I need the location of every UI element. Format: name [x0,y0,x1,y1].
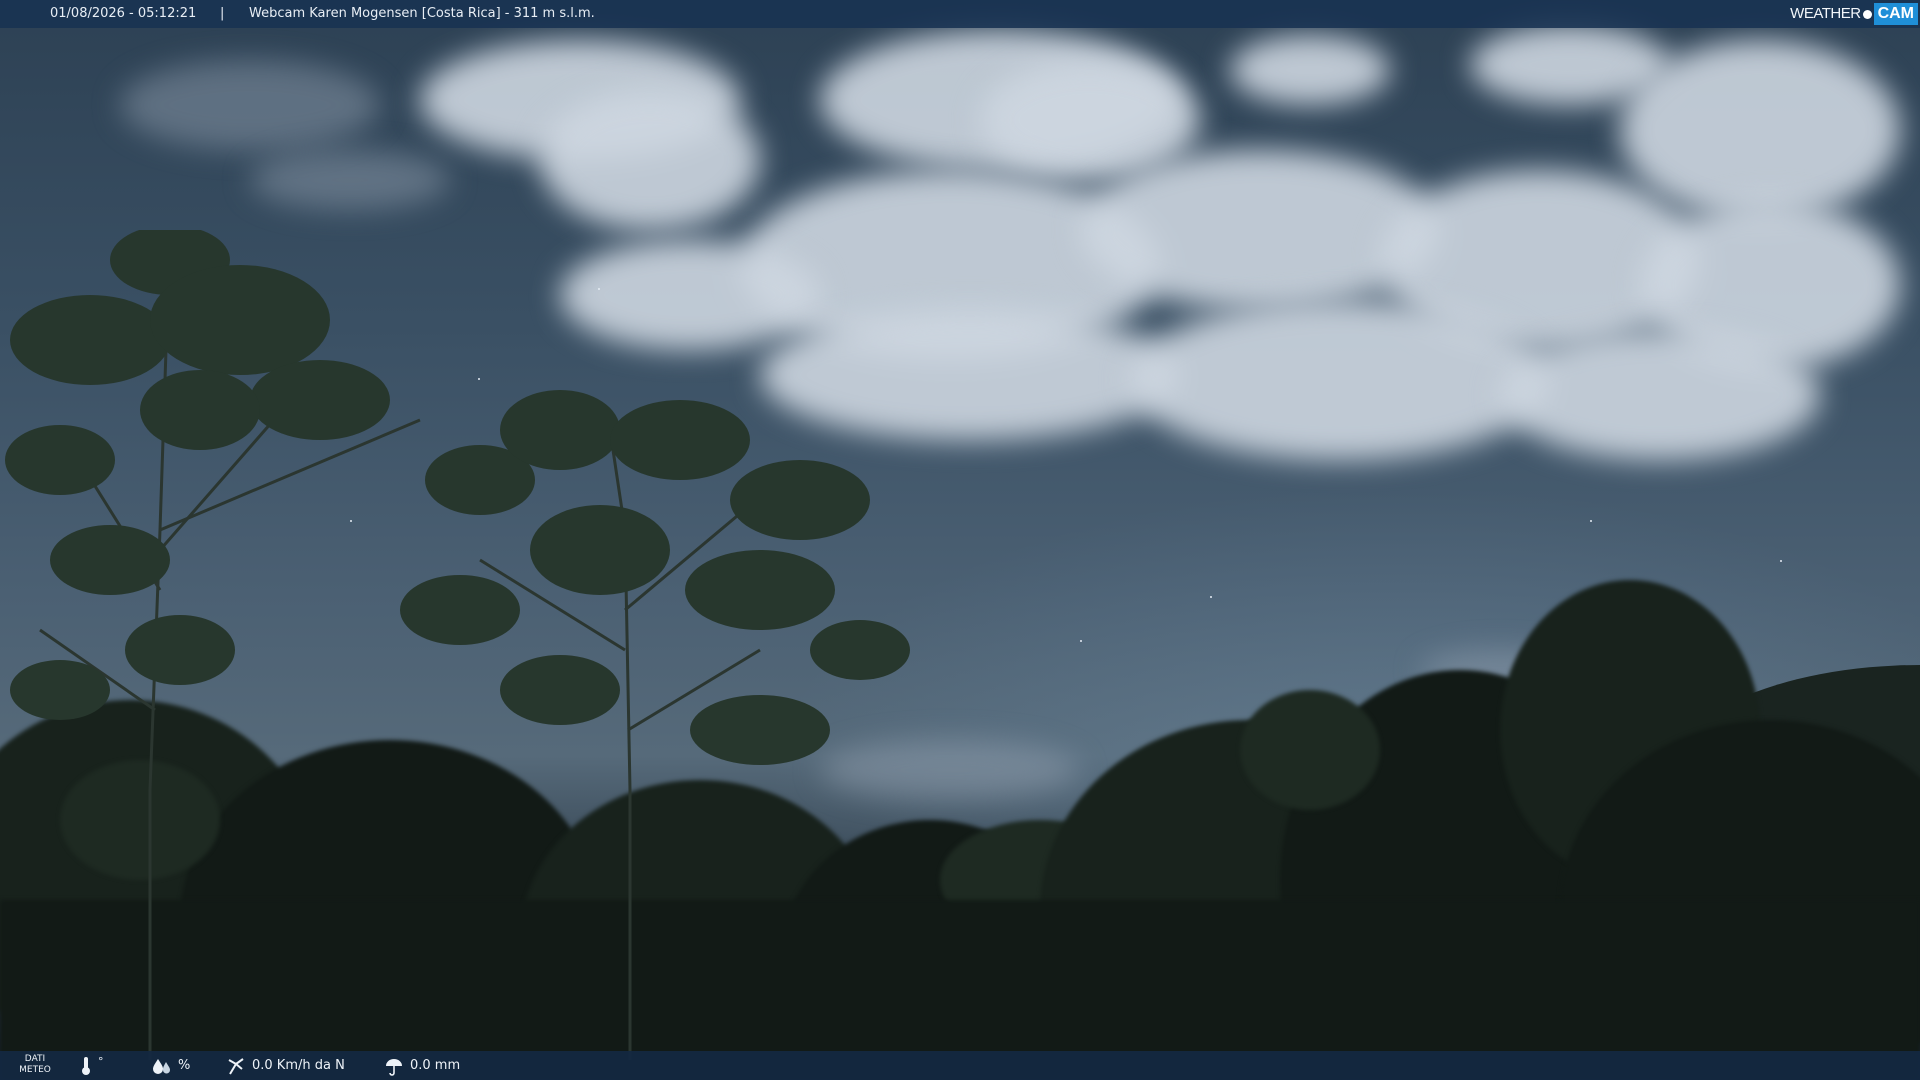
logo-dot-icon [1862,9,1872,19]
humidity-icon [153,1058,170,1074]
dati-meteo-line1: DATI [24,1054,46,1064]
temperature-reading: ° [80,1051,104,1080]
webcam-image: 01/08/2026 - 05:12:21 | Webcam Karen Mog… [0,0,1920,1080]
humidity-reading: % [152,1051,190,1080]
timestamp: 01/08/2026 - 05:12:21 [50,6,197,21]
logo-cam-text: CAM [1873,3,1918,25]
dati-meteo-label: DATI METEO [14,1054,56,1076]
humidity-value: % [178,1058,191,1073]
wind-reading: 0.0 Km/h da N [226,1051,345,1080]
logo-weather-text: WEATHER [1790,5,1861,22]
temperature-value: ° [98,1055,104,1068]
thermometer-icon [82,1056,90,1075]
wind-icon [228,1057,244,1075]
top-info-bar: 01/08/2026 - 05:12:21 | Webcam Karen Mog… [0,0,1920,28]
bottom-weather-bar: DATI METEO ° % 0.0 Km/h da N 0.0 mm [0,1051,1920,1080]
weathercam-logo[interactable]: WEATHER CAM [1790,3,1918,25]
title-separator: | [220,6,225,21]
rain-icon [386,1058,402,1076]
dati-meteo-line2: METEO [19,1065,51,1075]
rain-reading: 0.0 mm [384,1051,460,1080]
camera-title: Webcam Karen Mogensen [Costa Rica] - 311… [249,6,595,21]
rain-value: 0.0 mm [410,1058,461,1073]
foreground-trees [5,230,910,1060]
wind-value: 0.0 Km/h da N [252,1058,345,1073]
